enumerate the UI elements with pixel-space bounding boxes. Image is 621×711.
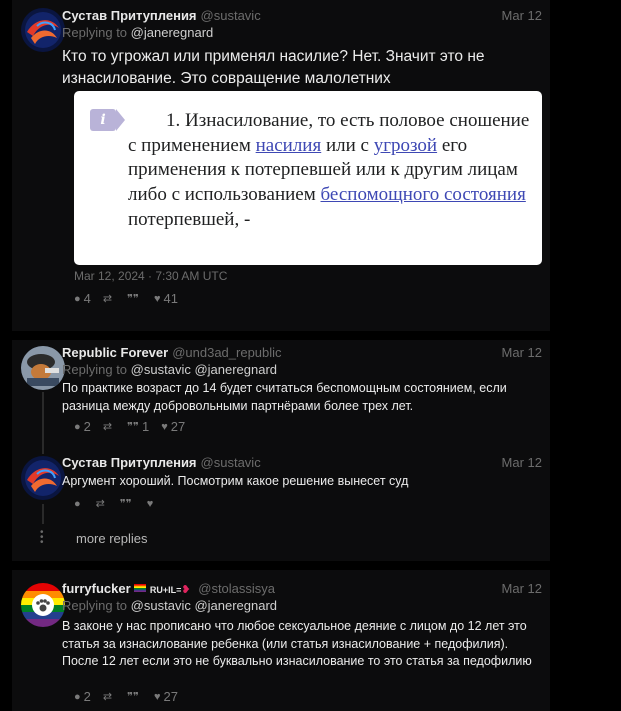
avatar[interactable]: [21, 346, 65, 390]
quote-icon: ❞❞: [127, 421, 139, 433]
post-stats: ● 4 ⇄ ❞❞ ♥ 41: [74, 291, 178, 306]
like-count: 27: [170, 419, 186, 434]
like-stat[interactable]: ♥: [147, 498, 157, 510]
avatar[interactable]: [21, 8, 65, 52]
info-icon: i: [90, 109, 125, 131]
author-handle[interactable]: @und3ad_republic: [172, 345, 281, 360]
replying-to: Replying to @janeregnard: [62, 25, 213, 40]
avatar-image: [21, 346, 65, 390]
post-text: В законе у нас прописано что любое сексу…: [62, 619, 532, 668]
quoted-law-text: 1. Изнасилование, то есть половое сношен…: [128, 109, 538, 232]
post-text: Кто то угрожал или применял насилие? Нет…: [62, 48, 485, 87]
mention-link[interactable]: @janeregnard: [131, 25, 214, 40]
quote-stat[interactable]: ❞❞: [127, 690, 142, 703]
post-header: Сустав Притупления @sustavic: [62, 455, 261, 470]
author-name[interactable]: Сустав Притупления: [62, 8, 197, 23]
quote-stat[interactable]: ❞❞: [127, 292, 142, 305]
post-stats: ● 2 ⇄ ❞❞ ♥ 27: [74, 689, 178, 704]
post-header: Republic Forever @und3ad_republic: [62, 345, 282, 360]
post-header: furryfucker RU+IL=❥ @stolassisya: [62, 581, 275, 596]
mention-link[interactable]: @sustavic @janeregnard: [131, 362, 277, 377]
retweet-stat[interactable]: ⇄: [103, 690, 115, 703]
avatar[interactable]: [21, 583, 65, 627]
law-text-part: потерпевшей, -: [128, 208, 251, 230]
quote-icon: ❞❞: [127, 691, 139, 703]
avatar-image: [21, 583, 65, 627]
replying-to: Replying to @sustavic @janeregnard: [62, 362, 277, 377]
law-link-threat[interactable]: угрозой: [374, 135, 437, 156]
quoted-image[interactable]: i 1. Изнасилование, то есть половое снош…: [74, 91, 542, 265]
author-handle[interactable]: @sustavic: [201, 455, 261, 470]
author-badge: RU+IL=: [149, 585, 182, 595]
comment-stat[interactable]: ● 2: [74, 689, 91, 704]
retweet-stat[interactable]: ⇄: [96, 497, 108, 510]
author-name[interactable]: furryfucker: [62, 581, 131, 596]
post-date[interactable]: Mar 12: [502, 345, 542, 360]
post-date[interactable]: Mar 12: [502, 8, 542, 23]
mention-link[interactable]: @sustavic @janeregnard: [131, 598, 277, 613]
quote-icon: ❞❞: [119, 498, 132, 510]
retweet-icon: ⇄: [102, 421, 113, 433]
heart-icon: ♥: [153, 690, 161, 703]
quote-stat[interactable]: ❞❞ 1: [127, 419, 149, 434]
comment-count: 2: [83, 689, 91, 704]
comment-icon: ●: [74, 420, 81, 433]
replying-label: Replying to: [62, 598, 128, 613]
retweet-stat[interactable]: ⇄: [103, 420, 115, 433]
retweet-icon: ⇄: [95, 498, 105, 510]
comment-icon: ●: [74, 497, 81, 510]
law-item-number: 1.: [166, 110, 181, 131]
quote-stat[interactable]: ❞❞: [120, 497, 135, 510]
post-header: Сустав Притупления @sustavic: [62, 8, 261, 23]
comment-count: 4: [83, 291, 91, 306]
post-text: По практике возраст до 14 будет считатьс…: [62, 381, 507, 413]
replying-to: Replying to @sustavic @janeregnard: [62, 598, 277, 613]
post-date[interactable]: Mar 12: [502, 581, 542, 596]
quote-count: 1: [141, 419, 150, 434]
law-link-violence[interactable]: насилия: [256, 135, 322, 156]
retweet-stat[interactable]: ⇄: [103, 292, 115, 305]
comment-icon: ●: [74, 292, 81, 305]
avatar-image: [21, 456, 65, 500]
avatar[interactable]: [21, 456, 65, 500]
comment-count: 2: [83, 419, 91, 434]
heart-icon: ♥: [153, 292, 161, 305]
like-stat[interactable]: ♥ 27: [161, 419, 185, 434]
broken-heart-icon: ❥: [181, 584, 191, 596]
thread-line: [42, 392, 44, 454]
author-handle[interactable]: @sustavic: [201, 8, 261, 23]
comment-stat[interactable]: ●: [74, 498, 84, 510]
replying-label: Replying to: [62, 362, 128, 377]
like-stat[interactable]: ♥ 27: [154, 689, 178, 704]
law-text-part: или с: [325, 134, 369, 156]
thread-line: [42, 504, 44, 524]
like-count: 41: [163, 291, 178, 306]
heart-icon: ♥: [146, 497, 154, 510]
law-link-helpless[interactable]: беспомощного состояния: [321, 184, 526, 205]
quote-icon: ❞❞: [127, 293, 139, 305]
author-handle[interactable]: @stolassisya: [198, 581, 275, 596]
post-stats: ● 2 ⇄ ❞❞ 1 ♥ 27: [74, 419, 185, 434]
like-stat[interactable]: ♥ 41: [154, 291, 178, 306]
avatar-image: [21, 8, 65, 52]
author-name[interactable]: Republic Forever: [62, 345, 168, 360]
comment-icon: ●: [74, 690, 81, 703]
retweet-icon: ⇄: [102, 691, 113, 703]
heart-icon: ♥: [161, 420, 168, 433]
thread-dots-icon: • • •: [40, 527, 44, 548]
replying-label: Replying to: [62, 25, 128, 40]
comment-stat[interactable]: ● 2: [74, 419, 91, 434]
post-date[interactable]: Mar 12: [502, 455, 542, 470]
like-count: 27: [163, 689, 178, 704]
post-text: Аргумент хороший. Посмотрим какое решени…: [62, 474, 409, 488]
retweet-icon: ⇄: [102, 293, 113, 305]
post-stats: ● ⇄ ❞❞ ♥: [74, 497, 157, 511]
rainbow-flag-icon: [134, 584, 147, 592]
comment-stat[interactable]: ● 4: [74, 291, 91, 306]
post-timestamp[interactable]: Mar 12, 2024 · 7:30 AM UTC: [74, 269, 227, 283]
author-name[interactable]: Сустав Притупления: [62, 455, 197, 470]
more-replies-link[interactable]: more replies: [76, 531, 148, 546]
